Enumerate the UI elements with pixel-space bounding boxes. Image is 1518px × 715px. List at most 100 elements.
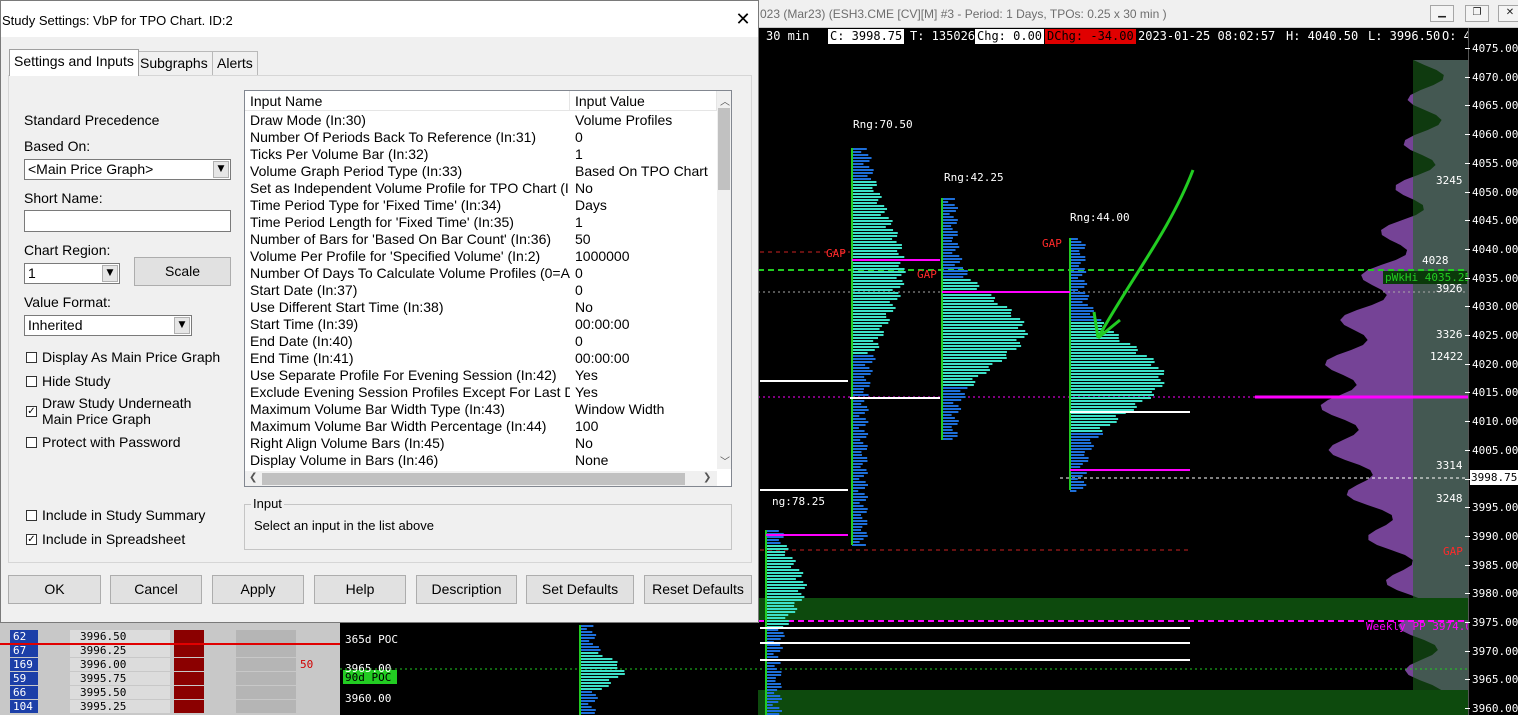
- dom-ladder[interactable]: 62 3996.50 67 3996.25 169 3996.00 50 59 3995.75 6…: [0, 622, 340, 715]
- input-row[interactable]: Draw Mode (In:30) Volume Profiles: [245, 112, 717, 129]
- horizontal-scrollbar[interactable]: ❮ ❯: [245, 471, 717, 486]
- chart-region-select[interactable]: 1 ▼: [24, 263, 120, 284]
- input-row[interactable]: Time Period Type for 'Fixed Time' (In:34…: [245, 197, 717, 214]
- volume-profile-day3: [1070, 253, 1081, 255]
- input-row[interactable]: End Time (In:41) 00:00:00: [245, 350, 717, 367]
- input-row-value[interactable]: Yes: [575, 367, 715, 384]
- dom-row[interactable]: 59 3995.75: [0, 672, 340, 686]
- input-row-value[interactable]: 00:00:00: [575, 316, 715, 333]
- dom-row[interactable]: 104 3995.25: [0, 700, 340, 714]
- input-row[interactable]: Right Align Volume Bars (In:45) No: [245, 435, 717, 452]
- tab-settings-and-inputs[interactable]: Settings and Inputs: [9, 49, 139, 76]
- input-row[interactable]: Start Time (In:39) 00:00:00: [245, 316, 717, 333]
- input-row[interactable]: Start Date (In:37) 0: [245, 282, 717, 299]
- volume-profile-day3: [1070, 373, 1164, 375]
- scroll-left-icon[interactable]: ❮: [249, 472, 257, 483]
- help-button[interactable]: Help: [314, 575, 406, 604]
- volume-profile-day3: [1070, 433, 1103, 435]
- input-row[interactable]: Exclude Evening Session Profiles Except …: [245, 384, 717, 401]
- close-chart-icon[interactable]: ✕: [1498, 5, 1518, 22]
- scale-button[interactable]: Scale: [134, 257, 231, 286]
- horizontal-scroll-thumb[interactable]: [262, 473, 685, 485]
- tab-subgraphs[interactable]: Subgraphs: [135, 51, 213, 75]
- input-row[interactable]: Use Separate Profile For Evening Session…: [245, 367, 717, 384]
- scroll-down-icon[interactable]: ﹀: [720, 453, 730, 468]
- vertical-scrollbar[interactable]: ︿ ﹀: [717, 91, 731, 469]
- input-row[interactable]: Ticks Per Volume Bar (In:32) 1: [245, 146, 717, 163]
- input-row[interactable]: End Date (In:40) 0: [245, 333, 717, 350]
- input-row[interactable]: Volume Per Profile for 'Specified Volume…: [245, 248, 717, 265]
- volume-profile-day2: [942, 198, 955, 200]
- dom-volume-bar: [174, 686, 204, 699]
- input-row[interactable]: Number Of Periods Back To Reference (In:…: [245, 129, 717, 146]
- input-row-value[interactable]: 1: [575, 146, 715, 163]
- based-on-select[interactable]: <Main Price Graph> ▼: [24, 159, 231, 180]
- input-row-value[interactable]: No: [575, 435, 715, 452]
- tab-alerts[interactable]: Alerts: [212, 51, 258, 75]
- dom-row[interactable]: 62 3996.50: [0, 630, 340, 644]
- price-axis[interactable]: 4075.00 4070.00 4065.00 4060.00 4055.00 4050.…: [1465, 28, 1518, 715]
- input-row[interactable]: Time Period Length for 'Fixed Time' (In:…: [245, 214, 717, 231]
- restore-icon[interactable]: ❐: [1465, 5, 1489, 22]
- ok-button[interactable]: OK: [8, 575, 101, 604]
- cancel-button[interactable]: Cancel: [110, 575, 202, 604]
- scroll-up-icon[interactable]: ︿: [720, 93, 730, 108]
- dom-row[interactable]: 66 3995.50: [0, 686, 340, 700]
- dialog-titlebar[interactable]: Study Settings: VbP for TPO Chart. ID:2 …: [1, 1, 758, 37]
- input-row-value[interactable]: 50: [575, 231, 715, 248]
- input-row[interactable]: Number of Bars for 'Based On Bar Count' …: [245, 231, 717, 248]
- vertical-scroll-thumb[interactable]: [718, 108, 730, 190]
- input-row-value[interactable]: 100: [575, 418, 715, 435]
- input-row-value[interactable]: None: [575, 452, 715, 469]
- chevron-down-icon[interactable]: ▼: [213, 161, 229, 178]
- scroll-right-icon[interactable]: ❯: [703, 472, 711, 483]
- volume-profile-day2: [942, 354, 1007, 356]
- input-row-value[interactable]: 1000000: [575, 248, 715, 265]
- input-row[interactable]: Display Volume in Bars (In:46) None: [245, 452, 717, 469]
- display-as-main-checkbox[interactable]: [26, 352, 37, 363]
- dom-row[interactable]: 67 3996.25: [0, 644, 340, 658]
- dom-row[interactable]: 169 3996.00 50: [0, 658, 340, 672]
- draw-underneath-checkbox[interactable]: ✓: [26, 406, 37, 417]
- study-settings-dialog[interactable]: Study Settings: VbP for TPO Chart. ID:2 …: [0, 0, 759, 623]
- reset-defaults-button[interactable]: Reset Defaults: [644, 575, 752, 604]
- include-summary-checkbox[interactable]: [26, 510, 37, 521]
- column-header-input-name[interactable]: Input Name: [245, 91, 570, 111]
- apply-button[interactable]: Apply: [212, 575, 304, 604]
- input-row[interactable]: Set as Independent Volume Profile for TP…: [245, 180, 717, 197]
- input-row[interactable]: Maximum Volume Bar Width Type (In:43) Win…: [245, 401, 717, 418]
- input-row-value[interactable]: 1: [575, 214, 715, 231]
- input-row-value[interactable]: Yes: [575, 384, 715, 401]
- input-row[interactable]: Use Different Start Time (In:38) No: [245, 299, 717, 316]
- inputs-list[interactable]: Input Name Input Value Draw Mode (In:30)…: [244, 90, 732, 487]
- set-defaults-button[interactable]: Set Defaults: [526, 575, 634, 604]
- value-format-select[interactable]: Inherited ▼: [24, 315, 192, 336]
- chevron-down-icon[interactable]: ▼: [174, 317, 190, 334]
- include-spreadsheet-checkbox[interactable]: ✓: [26, 534, 37, 545]
- protect-password-checkbox[interactable]: [26, 437, 37, 448]
- input-row-value[interactable]: No: [575, 180, 715, 197]
- column-header-input-value[interactable]: Input Value: [570, 91, 717, 111]
- input-row-value[interactable]: 00:00:00: [575, 350, 715, 367]
- description-button[interactable]: Description: [416, 575, 517, 604]
- volume-profile-day3: [1070, 337, 1119, 339]
- input-row-value[interactable]: 0: [575, 129, 715, 146]
- input-row[interactable]: Maximum Volume Bar Width Percentage (In:…: [245, 418, 717, 435]
- input-row-value[interactable]: Volume Profiles: [575, 112, 715, 129]
- input-row-value[interactable]: 0: [575, 333, 715, 350]
- input-row-value[interactable]: Days: [575, 197, 715, 214]
- current-price-line: [0, 643, 340, 645]
- input-row-value[interactable]: Based On TPO Chart: [575, 163, 715, 180]
- volume-profile-day3: [1070, 391, 1152, 393]
- input-row[interactable]: Number Of Days To Calculate Volume Profi…: [245, 265, 717, 282]
- input-row[interactable]: Volume Graph Period Type (In:33) Based On…: [245, 163, 717, 180]
- hide-study-checkbox[interactable]: [26, 376, 37, 387]
- input-row-value[interactable]: No: [575, 299, 715, 316]
- chevron-down-icon[interactable]: ▼: [102, 265, 118, 282]
- minimize-icon[interactable]: ▁: [1430, 5, 1454, 22]
- input-row-value[interactable]: 0: [575, 282, 715, 299]
- close-icon[interactable]: ✕: [727, 7, 759, 33]
- input-row-value[interactable]: 0: [575, 265, 715, 282]
- input-row-value[interactable]: Window Width: [575, 401, 715, 418]
- short-name-input[interactable]: [24, 210, 231, 232]
